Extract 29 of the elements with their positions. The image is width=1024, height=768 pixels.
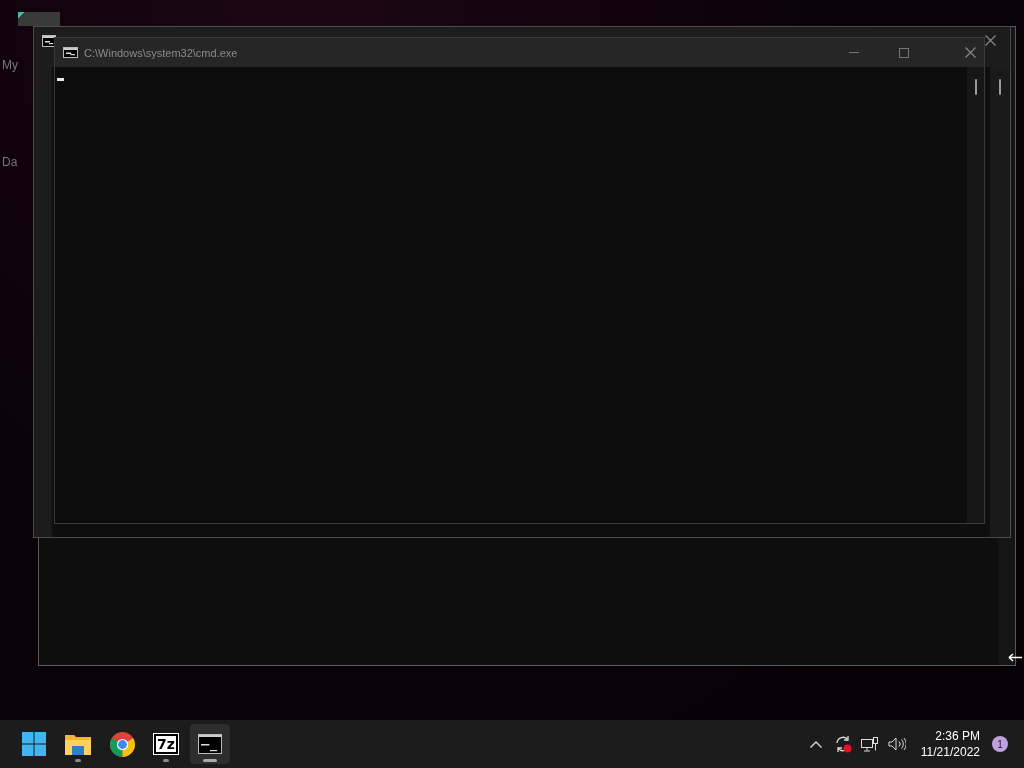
notification-badge[interactable]: 1 — [992, 736, 1008, 752]
browser-icon — [109, 731, 135, 757]
clock-time[interactable]: 2:36 PM — [935, 728, 980, 744]
clock-date[interactable]: 11/21/2022 — [920, 744, 980, 760]
taskbar-button[interactable] — [190, 724, 230, 764]
desktop-icon-label[interactable]: My — [2, 58, 18, 72]
terminal-icon — [198, 734, 222, 754]
volume-icon[interactable] — [887, 737, 906, 751]
desktop-icon-label[interactable]: Da — [2, 155, 18, 169]
windows-logo-icon — [22, 732, 46, 756]
minimize-icon — [849, 52, 859, 53]
taskbar-button[interactable]: 7z — [146, 724, 186, 764]
scroll-thumb[interactable] — [974, 79, 977, 95]
sync-icon[interactable] — [833, 735, 852, 753]
app-logo: 7z — [154, 734, 178, 754]
terminal-icon — [63, 47, 78, 58]
shortcut-icon[interactable] — [18, 12, 60, 26]
window-title: C:\Windows\system32\cmd.exe — [84, 46, 238, 59]
close-icon — [965, 47, 976, 58]
scroll-thumb[interactable] — [999, 79, 1001, 95]
close-icon — [985, 35, 996, 46]
chevron-up-icon[interactable] — [809, 740, 822, 748]
close-button[interactable] — [985, 35, 996, 46]
resize-cursor-icon — [1008, 653, 1022, 662]
folder-icon — [65, 733, 91, 755]
scrollbar[interactable] — [990, 67, 1010, 537]
network-icon[interactable] — [861, 736, 879, 752]
maximize-icon — [899, 47, 909, 58]
scrollbar[interactable] — [967, 67, 984, 523]
